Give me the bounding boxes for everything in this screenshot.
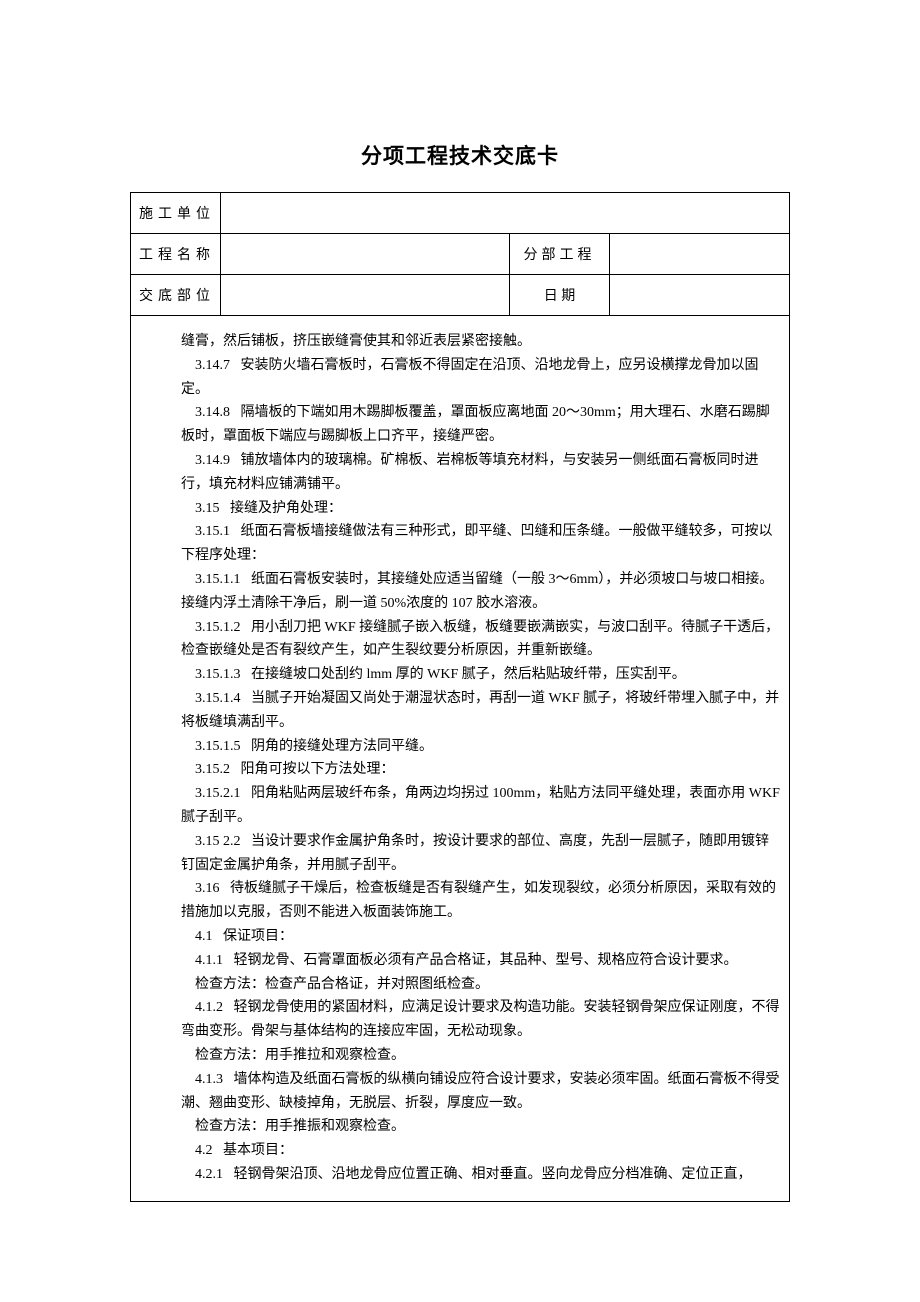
body-line: 3.14.8 隔墙板的下端如用木踢脚板覆盖，罩面板应离地面 20～30mm；用大…: [181, 401, 781, 449]
body-line: 检查方法：用手推振和观察检查。: [181, 1115, 781, 1139]
body-line: 3.14.9 铺放墙体内的玻璃棉。矿棉板、岩棉板等填充材料，与安装另一侧纸面石膏…: [181, 449, 781, 497]
header-row-2: 工程名称 分部工程: [131, 234, 790, 275]
label-date: 日 期: [510, 275, 610, 316]
label-project-name: 工程名称: [131, 234, 221, 275]
body-line: 3.14.7 安装防火墙石膏板时，石膏板不得固定在沿顶、沿地龙骨上，应另设横撑龙…: [181, 354, 781, 402]
body-line: 3.16 待板缝腻子干燥后，检查板缝是否有裂缝产生，如发现裂纹，必须分析原因，采…: [181, 877, 781, 925]
label-disclosure-part: 交底部位: [131, 275, 221, 316]
value-construction-unit: [221, 193, 790, 234]
header-row-3: 交底部位 日 期: [131, 275, 790, 316]
header-row-1: 施工单位: [131, 193, 790, 234]
body-line: 缝膏，然后铺板，挤压嵌缝膏使其和邻近表层紧密接触。: [181, 330, 781, 354]
value-disclosure-part: [221, 275, 510, 316]
body-line: 4.1.3 墙体构造及纸面石膏板的纵横向铺设应符合设计要求，安装必须牢固。纸面石…: [181, 1068, 781, 1116]
label-construction-unit: 施工单位: [131, 193, 221, 234]
value-project-name: [221, 234, 510, 275]
body-line: 4.1.2 轻钢龙骨使用的紧固材料，应满足设计要求及构造功能。安装轻钢骨架应保证…: [181, 996, 781, 1044]
header-table: 施工单位 工程名称 分部工程 交底部位 日 期: [130, 192, 790, 316]
body-line: 3.15.1.1 纸面石膏板安装时，其接缝处应适当留缝（一般 3～6mm），并必…: [181, 568, 781, 616]
value-date: [610, 275, 790, 316]
body-line: 3.15.1.3 在接缝坡口处刮约 lmm 厚的 WKF 腻子，然后粘贴玻纤带，…: [181, 663, 781, 687]
body-line: 检查方法：检查产品合格证，并对照图纸检查。: [181, 973, 781, 997]
body-line: 3.15.1.4 当腻子开始凝固又尚处于潮湿状态时，再刮一道 WKF 腻子，将玻…: [181, 687, 781, 735]
body-line: 4.1 保证项目：: [181, 925, 781, 949]
content-body: 缝膏，然后铺板，挤压嵌缝膏使其和邻近表层紧密接触。 3.14.7 安装防火墙石膏…: [130, 316, 790, 1202]
body-line: 检查方法：用手推拉和观察检查。: [181, 1044, 781, 1068]
body-line: 3.15.2.1 阳角粘贴两层玻纤布条，角两边均拐过 100mm，粘贴方法同平缝…: [181, 782, 781, 830]
body-line: 3.15.2 阳角可按以下方法处理：: [181, 758, 781, 782]
page-title: 分项工程技术交底卡: [130, 140, 790, 170]
body-line: 3.15 2.2 当设计要求作金属护角条时，按设计要求的部位、高度，先刮一层腻子…: [181, 830, 781, 878]
body-line: 4.1.1 轻钢龙骨、石膏罩面板必须有产品合格证，其品种、型号、规格应符合设计要…: [181, 949, 781, 973]
body-line: 3.15.1.5 阴角的接缝处理方法同平缝。: [181, 735, 781, 759]
body-line: 3.15 接缝及护角处理：: [181, 497, 781, 521]
body-line: 3.15.1.2 用小刮刀把 WKF 接缝腻子嵌入板缝，板缝要嵌满嵌实，与波口刮…: [181, 616, 781, 664]
body-line: 4.2.1 轻钢骨架沿顶、沿地龙骨应位置正确、相对垂直。竖向龙骨应分档准确、定位…: [181, 1163, 781, 1187]
value-sub-project: [610, 234, 790, 275]
label-sub-project: 分部工程: [510, 234, 610, 275]
body-line: 3.15.1 纸面石膏板墙接缝做法有三种形式，即平缝、凹缝和压条缝。一般做平缝较…: [181, 520, 781, 568]
body-line: 4.2 基本项目：: [181, 1139, 781, 1163]
